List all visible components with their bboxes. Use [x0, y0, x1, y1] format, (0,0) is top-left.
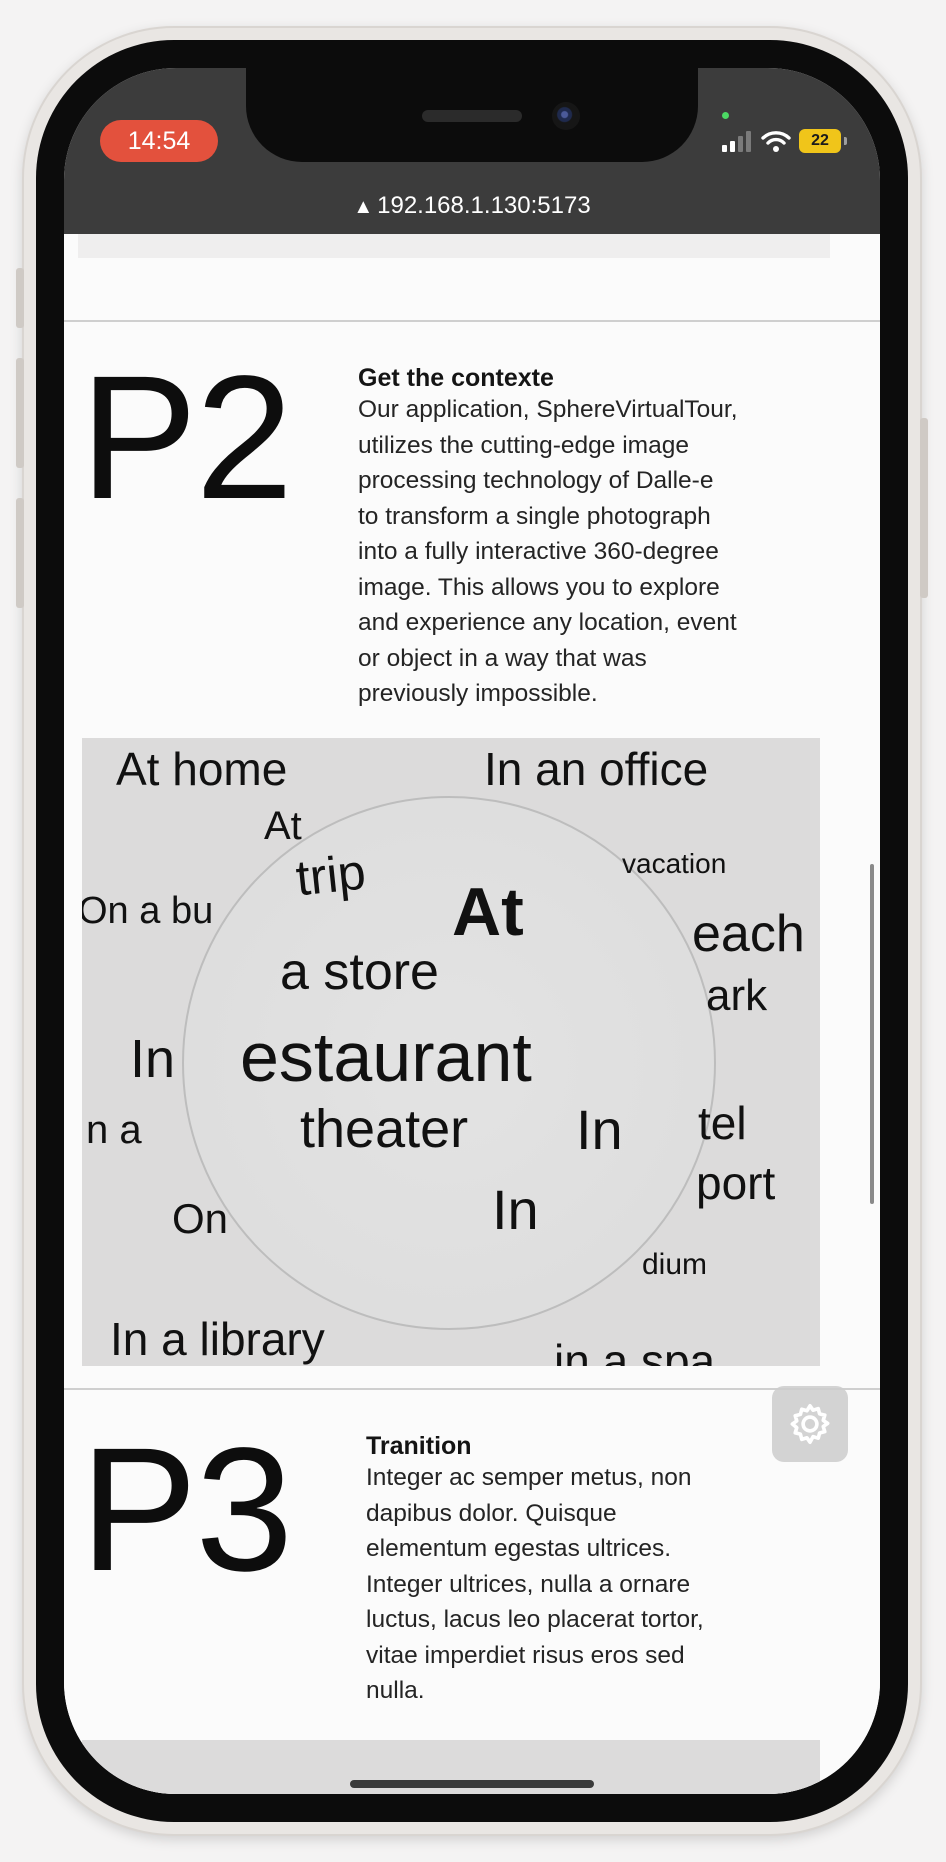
- sphere-word: In: [130, 1029, 176, 1089]
- previous-image-card: [78, 234, 830, 258]
- sphere-word: On: [172, 1195, 229, 1242]
- sphere-word: theater: [300, 1099, 469, 1159]
- text-line: or object in a way that was: [358, 644, 647, 672]
- page-content: P2 Get the contexte Our application, Sph…: [64, 234, 880, 1794]
- section-number: P2: [80, 340, 293, 536]
- sphere-word: In an office: [484, 743, 709, 795]
- address-bar[interactable]: ▲ 192.168.1.130:5173: [64, 192, 880, 220]
- camera-icon: [552, 102, 580, 130]
- sphere-word: a store: [280, 943, 439, 1001]
- url-text: 192.168.1.130:5173: [377, 192, 591, 219]
- sphere-word: In: [492, 1178, 539, 1241]
- section-divider: [64, 320, 880, 322]
- text-line: vitae imperdiet risus eros sed: [366, 1641, 685, 1669]
- lock-icon: ▲: [353, 196, 374, 218]
- notch: [246, 68, 698, 162]
- text-line: to transform a single photograph: [358, 502, 711, 530]
- section-divider: [64, 1388, 880, 1390]
- privacy-indicator: [722, 112, 729, 119]
- battery-level: 22: [811, 132, 829, 149]
- sphere-word: each: [692, 905, 805, 963]
- section-title: Tranition: [366, 1432, 472, 1460]
- scrollbar[interactable]: [870, 864, 874, 1204]
- sphere-word: At: [264, 804, 302, 848]
- text-line: previously impossible.: [358, 680, 598, 707]
- sphere-word: n a: [86, 1108, 142, 1152]
- wifi-icon: [761, 131, 791, 152]
- sphere-word: trip: [293, 843, 369, 907]
- text-line: nulla.: [366, 1677, 425, 1704]
- side-button: [16, 358, 24, 468]
- sphere-word: In a library: [110, 1313, 325, 1365]
- status-icons: 22: [722, 126, 847, 156]
- text-line: processing technology of Dalle-e: [358, 467, 714, 494]
- sphere-word: At: [452, 874, 524, 950]
- text-line: and experience any location, event: [358, 609, 737, 636]
- status-time: 14:54: [100, 120, 218, 162]
- section-number: P3: [80, 1412, 293, 1608]
- section-text: Integer ac semper metus, non dapibus dol…: [366, 1460, 704, 1709]
- speaker: [422, 110, 522, 122]
- sphere-word: in a spa: [554, 1335, 716, 1366]
- sphere-word: port: [696, 1157, 776, 1209]
- phone-screen: 14:54 22 ▲ 192.168.1.130:5173 P2 Get the…: [64, 68, 880, 1794]
- phone-frame: 14:54 22 ▲ 192.168.1.130:5173 P2 Get the…: [16, 28, 928, 1834]
- section-text: Our application, SphereVirtualTour, util…: [358, 392, 738, 712]
- section-title: Get the contexte: [358, 364, 554, 392]
- text-line: Integer ultrices, nulla a ornare: [366, 1570, 691, 1598]
- signal-icon: [722, 130, 751, 152]
- sphere-word: In: [576, 1098, 623, 1161]
- sphere-word: At home: [116, 743, 288, 795]
- sphere-image[interactable]: At home In an office At trip vacation On…: [82, 738, 820, 1366]
- side-button: [16, 498, 24, 608]
- settings-button[interactable]: [772, 1386, 848, 1462]
- sphere-word: ark: [706, 971, 768, 1020]
- text-line: utilizes the cutting-edge image: [358, 431, 689, 459]
- text-line: into a fully interactive 360-degree: [358, 538, 719, 565]
- home-indicator[interactable]: [350, 1780, 594, 1788]
- sphere-word: estaurant: [240, 1018, 532, 1096]
- text-line: dapibus dolor. Quisque: [366, 1499, 617, 1527]
- side-button: [16, 268, 24, 328]
- sphere-word: dium: [642, 1248, 708, 1281]
- text-line: Our application, SphereVirtualTour,: [358, 396, 738, 423]
- sphere-word: vacation: [622, 848, 727, 879]
- text-line: Integer ac semper metus, non: [366, 1464, 692, 1491]
- text-line: elementum egestas ultrices.: [366, 1535, 672, 1562]
- gear-icon: [790, 1403, 830, 1445]
- side-button: [920, 418, 928, 598]
- text-line: image. This allows you to explore: [358, 573, 720, 601]
- battery-icon: 22: [799, 129, 847, 153]
- sphere-word: On a bu: [82, 890, 214, 932]
- text-line: luctus, lacus leo placerat tortor,: [366, 1606, 704, 1633]
- sphere-word: tel: [698, 1097, 747, 1149]
